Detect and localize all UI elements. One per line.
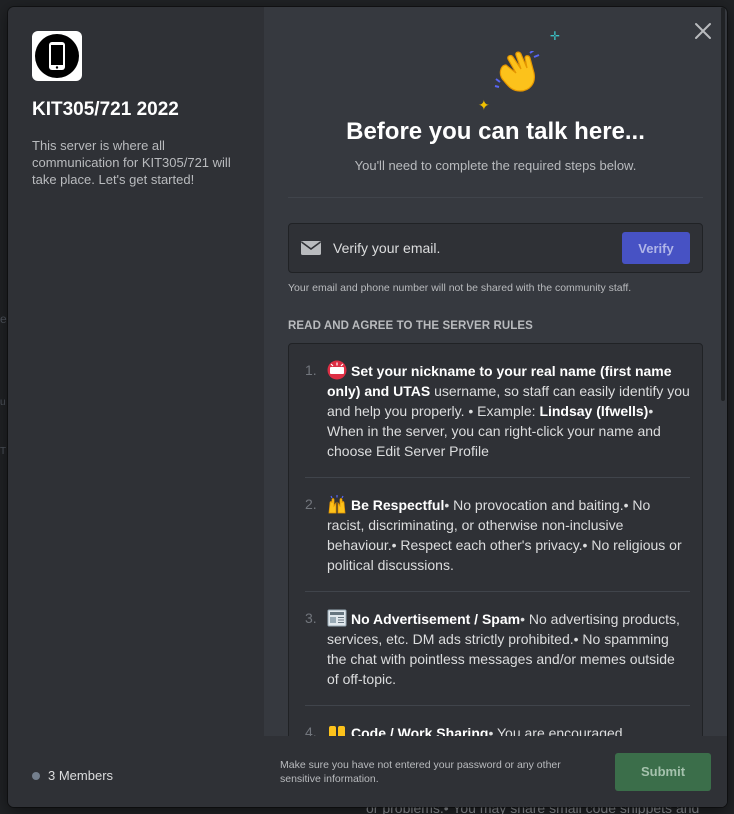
member-count: 3 Members: [32, 768, 113, 783]
rule-number: 4.: [305, 724, 317, 736]
rule-number: 1.: [305, 362, 317, 378]
privacy-note: Your email and phone number will not be …: [288, 282, 632, 294]
name-badge-icon: [327, 360, 347, 380]
rule-item: 4. Code / Work Sharing• You are encourag…: [305, 706, 690, 736]
rule-item: 1. Set your nickname to your real name (…: [305, 344, 690, 478]
rules-list[interactable]: 1. Set your nickname to your real name (…: [288, 343, 703, 736]
raised-hands-icon: [328, 495, 346, 514]
member-count-label: 3 Members: [48, 768, 114, 783]
verify-button[interactable]: Verify: [622, 232, 690, 264]
rule-item: 2. Be Respectful• No provocation and bai…: [305, 478, 690, 592]
rule-text: • You are encouraged: [488, 725, 623, 736]
star-sparkle-icon: ✦: [478, 97, 490, 113]
gate-footer: Make sure you have not entered your pass…: [264, 736, 727, 807]
status-dot-icon: [32, 771, 40, 780]
server-icon: [32, 31, 82, 81]
rule-number: 2.: [305, 496, 317, 512]
handshake-icon: [329, 726, 345, 736]
rules-header: READ AND AGREE TO THE SERVER RULES: [288, 320, 533, 332]
server-name: KIT305/721 2022: [32, 99, 179, 120]
gate-subtitle: You'll need to complete the required ste…: [354, 158, 637, 173]
waving-hand-icon: [494, 49, 540, 100]
rule-bold-text: Code / Work Sharing: [351, 725, 489, 736]
rule-bold-text: Be Respectful: [351, 497, 445, 513]
rule-item: 3. No Advertisement / Spam• No advertisi…: [305, 592, 690, 706]
phone-icon: [49, 42, 65, 70]
background-text-fragment: u: [0, 397, 6, 408]
close-icon[interactable]: [693, 21, 713, 41]
newspaper-icon: [327, 609, 347, 627]
footer-note: Make sure you have not entered your pass…: [280, 758, 561, 785]
server-description: This server is where all communication f…: [32, 138, 231, 187]
main-panel: ✛ ✦ Before you can talk here... You'll n…: [264, 7, 727, 807]
sparkle-icon: ✛: [550, 29, 561, 43]
rule-bold-text: Lindsay (lfwells): [539, 403, 649, 419]
scrollbar[interactable]: [721, 7, 725, 401]
verify-email-label: Verify your email.: [333, 240, 441, 256]
background-text-fragment: e: [0, 312, 7, 326]
server-info-panel: KIT305/721 2022 This server is where all…: [8, 7, 264, 807]
envelope-icon: [301, 241, 321, 255]
divider: [288, 197, 703, 198]
submit-button[interactable]: Submit: [615, 752, 711, 791]
rule-number: 3.: [305, 610, 317, 626]
gate-scroll-area[interactable]: ✛ ✦ Before you can talk here... You'll n…: [264, 7, 727, 736]
rule-bold-text: No Advertisement / Spam: [351, 611, 521, 627]
verify-email-step: Verify your email. Verify: [288, 223, 703, 273]
background-text-fragment: T: [0, 446, 7, 457]
hero-illustration: ✛ ✦: [288, 7, 703, 140]
membership-gate-modal: KIT305/721 2022 This server is where all…: [8, 7, 727, 807]
